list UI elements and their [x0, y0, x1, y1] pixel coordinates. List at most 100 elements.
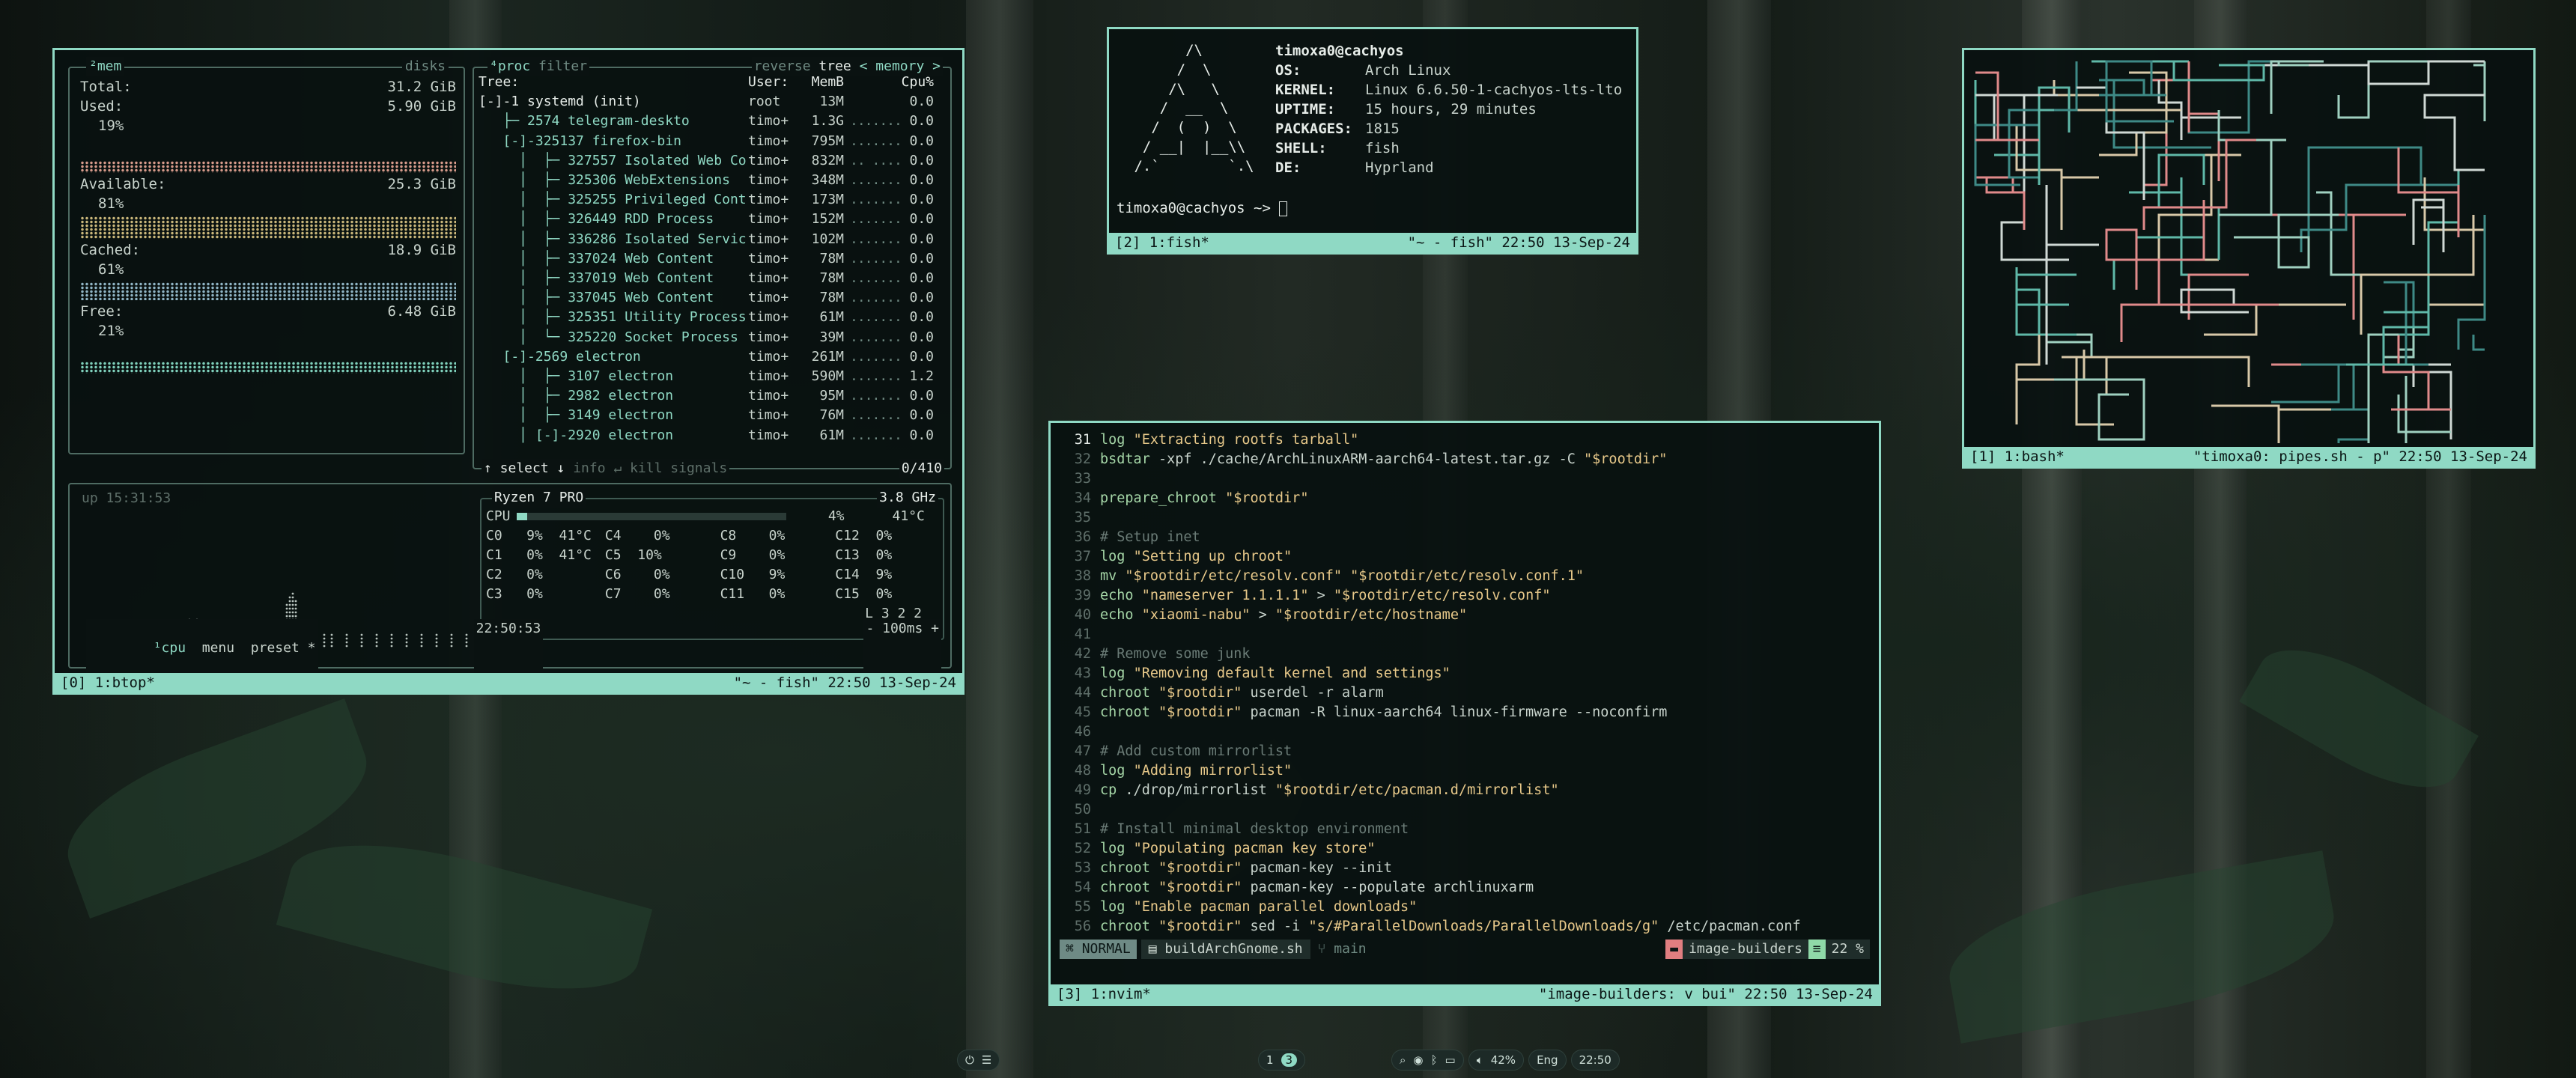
clock-pill[interactable]: 22:50	[1570, 1050, 1620, 1071]
process-user: timo+	[748, 250, 789, 267]
cpu-core: C10 9%	[720, 567, 786, 582]
process-graph: .......	[850, 192, 902, 208]
menu-icon[interactable]: ☰	[982, 1053, 991, 1067]
proc-signals[interactable]: signals	[670, 460, 727, 476]
nvim-window[interactable]: 31 log "Extracting rootfs tarball" 32 bsdta…	[1048, 421, 1881, 1006]
power-icon[interactable]: ⏻	[965, 1053, 974, 1067]
code-line[interactable]: 33	[1051, 469, 1879, 489]
pipes-window[interactable]: [1] 1:bash* "timoxa0: pipes.sh - p" 22:5…	[1962, 48, 2536, 469]
process-row[interactable]: │ ├─ 327557 Isolated Web Co timo+ 832M .. .…	[479, 151, 946, 171]
process-row[interactable]: │ ├─ 325255 Privileged Cont timo+ 173M....…	[479, 190, 946, 210]
code-line[interactable]: 31 log "Extracting rootfs tarball"	[1051, 430, 1879, 450]
proc-info[interactable]: info ↵	[573, 460, 622, 476]
pipe-segment	[2270, 60, 2324, 114]
fetch-window[interactable]: /\ / \ /\ \ / __ \ / ( ) \ / __| |__\\ /…	[1107, 27, 1638, 255]
process-row[interactable]: │ ├─ 337024 Web Content timo+ 78M....... 0.…	[479, 249, 946, 269]
pipes-status-left[interactable]: [1] 1:bash*	[1970, 447, 2065, 466]
code-line[interactable]: 51 # Install minimal desktop environment	[1051, 820, 1879, 839]
code-line[interactable]: 32 bsdtar -xpf ./cache/ArchLinuxARM-aarch…	[1051, 450, 1879, 469]
fetch-value: 1815	[1365, 121, 1400, 137]
taskbar-clock: 22:50	[1579, 1053, 1611, 1067]
menu-tab[interactable]: menu	[202, 640, 234, 656]
code-line[interactable]: 39 echo "nameserver 1.1.1.1" > "$rootdir/…	[1051, 586, 1879, 606]
code-line[interactable]: 46	[1051, 722, 1879, 742]
disks-title[interactable]: disks	[401, 57, 449, 76]
process-row[interactable]: [-]-1 systemd (init) root 13M 0.0	[479, 92, 946, 112]
code-line[interactable]: 49 cp ./drop/mirrorlist "$rootdir/etc/pac…	[1051, 781, 1879, 800]
code-line[interactable]: 52 log "Populating pacman key store"	[1051, 839, 1879, 859]
process-row[interactable]: │ ├─ 325306 WebExtensions timo+ 348M......…	[479, 171, 946, 190]
code-line[interactable]: 34 prepare_chroot "$rootdir"	[1051, 489, 1879, 508]
fetch-status-left[interactable]: [2] 1:fish*	[1115, 233, 1209, 252]
search-icon[interactable]: ⌕	[1400, 1053, 1406, 1067]
shell-prompt[interactable]: timoxa0@cachyos ~>	[1117, 198, 1288, 218]
volume-icon: 🔈︎	[1476, 1053, 1483, 1067]
code-line[interactable]: 41	[1051, 625, 1879, 645]
process-row[interactable]: │ ├─ 337045 Web Content timo+ 78M....... 0.…	[479, 288, 946, 308]
mem-title[interactable]: ²mem	[86, 57, 125, 76]
proc-title[interactable]: ⁴proc	[490, 58, 530, 74]
process-row[interactable]: [-]-2569 electron timo+ 261M....... 0.0	[479, 347, 946, 367]
code-line[interactable]: 36 # Setup inet	[1051, 528, 1879, 547]
process-graph: .......	[850, 250, 902, 267]
code-line[interactable]: 54 chroot "$rootdir" pacman-key --populat…	[1051, 878, 1879, 898]
process-mem: 173M	[811, 192, 844, 208]
code-editor[interactable]: 31 log "Extracting rootfs tarball" 32 bsdta…	[1051, 423, 1879, 937]
code-line[interactable]: 40 echo "xiaomi-nabu" > "$rootdir/etc/hos…	[1051, 606, 1879, 625]
code-line[interactable]: 44 chroot "$rootdir" userdel -r alarm	[1051, 683, 1879, 703]
bluetooth-icon[interactable]: ᛒ	[1431, 1053, 1438, 1067]
code-line[interactable]: 55 log "Enable pacman parallel downloads"	[1051, 898, 1879, 917]
pipe-segment	[2300, 183, 2428, 252]
code-line[interactable]: 45 chroot "$rootdir" pacman -R linux-aarc…	[1051, 703, 1879, 722]
cpu-history-dot	[288, 615, 291, 618]
proc-select[interactable]: ↑ select ↓	[484, 460, 565, 476]
proc-filter[interactable]: filter	[538, 58, 587, 74]
btop-status-left[interactable]: [0] 1:btop*	[61, 673, 155, 692]
workspace-1[interactable]: 1	[1266, 1053, 1274, 1067]
preset-tab[interactable]: preset *	[251, 640, 316, 656]
volume-pill[interactable]: 🔈︎ 42%	[1468, 1050, 1525, 1071]
cpu-tab[interactable]: ¹cpu	[154, 640, 186, 656]
workspace-pill: 1 3	[1258, 1050, 1306, 1071]
line-text: # Setup inet	[1100, 529, 1200, 545]
process-row[interactable]: │ ├─ 325351 Utility Process timo+ 61M.....…	[479, 308, 946, 327]
workspace-3[interactable]: 3	[1281, 1053, 1298, 1067]
process-row[interactable]: │ ├─ 2982 electron timo+ 95M....... 0.0	[479, 386, 946, 406]
proc-kill[interactable]: kill	[630, 460, 662, 476]
taskbar-left: ⏻ ☰	[957, 1048, 1000, 1072]
screen-icon[interactable]: ▭	[1445, 1053, 1456, 1067]
code-line[interactable]: 43 log "Removing default kernel and setti…	[1051, 664, 1879, 683]
process-graph: .......	[850, 133, 902, 149]
proc-sort[interactable]: < memory >	[860, 58, 941, 74]
code-line[interactable]: 56 chroot "$rootdir" sed -i "s/#ParallelD…	[1051, 917, 1879, 937]
process-row[interactable]: ├─ 2574 telegram-deskto timo+ 1.3G....... 0…	[479, 112, 946, 131]
code-line[interactable]: 38 mv "$rootdir/etc/resolv.conf" "$rootdi…	[1051, 567, 1879, 586]
process-row[interactable]: │ [-]-2920 electron timo+ 61M....... 0.0	[479, 426, 946, 445]
process-user: root	[748, 94, 781, 110]
code-line[interactable]: 50	[1051, 800, 1879, 820]
proc-tree-toggle[interactable]: tree	[818, 58, 851, 74]
language-pill[interactable]: Eng	[1528, 1050, 1567, 1071]
process-cpu: 1.2	[909, 368, 934, 385]
process-row[interactable]: │ ├─ 3149 electron timo+ 76M....... 0.0	[479, 406, 946, 425]
btop-window[interactable]: ²mem disks Total: 31.2 GiB Used: 5.90 GiB …	[52, 48, 965, 695]
nvim-status-left[interactable]: [3] 1:nvim*	[1057, 984, 1151, 1004]
process-row[interactable]: [-]-325137 firefox-bin timo+ 795M....... 0.…	[479, 132, 946, 151]
code-line[interactable]: 53 chroot "$rootdir" pacman-key --init	[1051, 859, 1879, 878]
process-row[interactable]: │ ├─ 3107 electron timo+ 590M....... 1.2	[479, 367, 946, 386]
code-line[interactable]: 42 # Remove some junk	[1051, 645, 1879, 664]
nvim-file[interactable]: ▤ buildArchGnome.sh	[1140, 940, 1310, 959]
code-line[interactable]: 37 log "Setting up chroot"	[1051, 547, 1879, 567]
process-row[interactable]: │ ├─ 336286 Isolated Servic timo+ 102M....…	[479, 230, 946, 249]
update-rate[interactable]: - 100ms +	[863, 619, 941, 677]
process-row[interactable]: │ ├─ 326449 RDD Process timo+ 152M....... 0…	[479, 210, 946, 229]
code-line[interactable]: 35	[1051, 508, 1879, 528]
code-line[interactable]: 48 log "Adding mirrorlist"	[1051, 761, 1879, 781]
proc-reverse[interactable]: reverse	[754, 58, 811, 74]
process-row[interactable]: │ ├─ 337019 Web Content timo+ 78M....... 0.…	[479, 269, 946, 288]
process-row[interactable]: │ └─ 325220 Socket Process timo+ 39M......…	[479, 328, 946, 347]
record-icon[interactable]: ◉	[1413, 1053, 1423, 1067]
git-branch: ⑂ main	[1317, 941, 1367, 957]
code-line[interactable]: 47 # Add custom mirrorlist	[1051, 742, 1879, 761]
process-graph: .. ....	[850, 152, 902, 168]
